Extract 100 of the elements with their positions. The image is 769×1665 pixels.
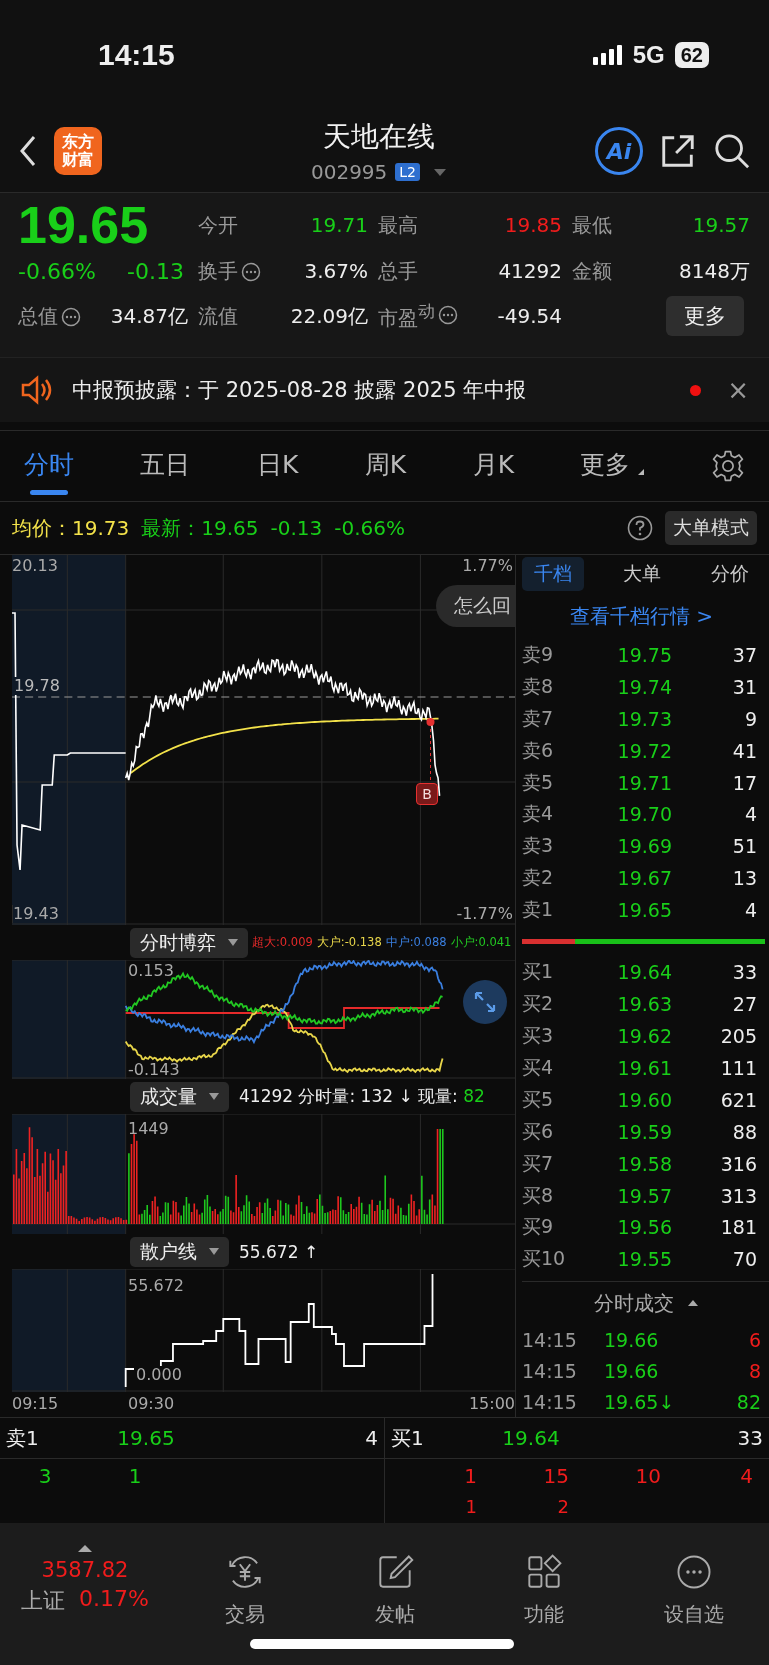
- level-price: 19.65: [116, 1426, 176, 1450]
- level-volume: 205: [719, 1024, 757, 1047]
- level-price: 19.60: [616, 1088, 672, 1111]
- info-icon[interactable]: [438, 304, 458, 325]
- tab-bar-item[interactable]: 交易: [170, 1545, 320, 1628]
- level-label: 卖7: [522, 705, 555, 731]
- signal-icon: [592, 45, 623, 65]
- settings-icon[interactable]: [710, 449, 745, 483]
- axis-label: -0.143: [128, 1061, 180, 1079]
- stat-label: 金额: [572, 257, 612, 285]
- time-label: 09:30: [128, 1394, 175, 1413]
- stat-label: 总手: [378, 257, 418, 285]
- speaker-icon: [20, 375, 54, 405]
- change-amount: -0.13: [127, 258, 184, 284]
- order-book-tab[interactable]: 千档: [522, 556, 584, 591]
- level-price: 19.73: [616, 707, 672, 730]
- tab-bar-item[interactable]: 设自选: [619, 1545, 769, 1628]
- network-label: 5G: [632, 41, 665, 69]
- level-price: 19.57: [616, 1184, 672, 1207]
- level-label: 买9: [522, 1214, 555, 1240]
- trade-time: 14:15: [522, 1390, 578, 1413]
- level-volume: 316: [719, 1152, 757, 1175]
- latest-change: -0.13: [270, 516, 323, 540]
- level-price: 19.61: [616, 1056, 672, 1079]
- trade-volume: 6: [747, 1328, 761, 1351]
- axis-label: -1.77%: [456, 905, 513, 923]
- trades-title[interactable]: 分时成交: [593, 1289, 674, 1317]
- caret-icon[interactable]: [687, 1300, 698, 1307]
- level-price: 19.71: [616, 771, 672, 794]
- order-size: 1: [127, 1464, 143, 1488]
- level-price: 19.56: [616, 1216, 672, 1239]
- period-tab[interactable]: 分时: [24, 437, 74, 495]
- stat-label: 流值: [198, 302, 238, 330]
- level-volume: 621: [719, 1088, 757, 1111]
- level-price: 19.69: [616, 835, 672, 858]
- more-button[interactable]: 更多: [666, 296, 744, 336]
- level-label: 买5: [522, 1086, 555, 1112]
- stat-label: 最高: [378, 211, 418, 239]
- mode-button[interactable]: 大单模式: [665, 511, 757, 545]
- level-volume: 17: [731, 771, 757, 794]
- search-icon[interactable]: [713, 132, 751, 170]
- axis-label: 19.78: [12, 677, 62, 695]
- close-button[interactable]: ×: [727, 375, 749, 405]
- info-icon[interactable]: [241, 261, 261, 282]
- indicator-selector[interactable]: 散户线: [130, 1236, 229, 1267]
- app-logo: 东方 财富: [54, 127, 102, 175]
- level-label: 买8: [522, 1182, 555, 1208]
- axis-label: 0.153: [128, 962, 174, 980]
- level-volume: 88: [731, 1120, 757, 1143]
- share-icon[interactable]: [659, 132, 697, 170]
- level-price: 19.64: [616, 961, 672, 984]
- trade-time: 14:15: [522, 1359, 578, 1382]
- level-volume: 313: [719, 1184, 757, 1207]
- expand-icon[interactable]: [463, 980, 507, 1024]
- legend-label: 超大:0.009: [252, 935, 313, 950]
- period-tab[interactable]: 五日: [140, 437, 191, 495]
- level-volume: 4: [743, 803, 757, 826]
- order-size: 10: [634, 1464, 661, 1488]
- trade-price: 19.66: [603, 1328, 660, 1351]
- trade-price: 19.65↓: [603, 1390, 676, 1413]
- index-name[interactable]: 上证: [21, 1586, 66, 1616]
- latest-percent: -0.66%: [334, 516, 406, 540]
- help-icon[interactable]: [627, 515, 653, 541]
- level-volume: 51: [731, 835, 757, 858]
- period-tab[interactable]: 周K: [364, 437, 407, 495]
- hint-button[interactable]: 怎么回: [436, 585, 515, 627]
- level-price: 19.59: [616, 1120, 672, 1143]
- notice-text[interactable]: 中报预披露：于 2025-08-28 披露 2025 年中报: [72, 376, 673, 404]
- level-volume: 33: [736, 1426, 763, 1450]
- level-label: 买6: [522, 1118, 555, 1144]
- level-label: 买4: [522, 1054, 555, 1080]
- level-volume: 13: [731, 867, 757, 890]
- battery-indicator: 62: [674, 42, 709, 68]
- order-book-tab[interactable]: 大单: [610, 556, 673, 591]
- period-tab[interactable]: 月K: [472, 437, 515, 495]
- index-value[interactable]: 3587.82: [41, 1558, 129, 1582]
- buy-marker[interactable]: B: [416, 783, 438, 805]
- axis-label: 19.43: [12, 905, 59, 923]
- stat-value: 19.57: [692, 213, 750, 237]
- stat-value: 22.09亿: [290, 302, 368, 330]
- indicator-selector[interactable]: 分时博弈: [130, 927, 248, 958]
- level-label: 买1: [391, 1424, 425, 1452]
- level-price: 19.75: [616, 643, 672, 666]
- indicator-selector[interactable]: 成交量: [130, 1081, 229, 1112]
- level-price: 19.58: [616, 1152, 672, 1175]
- depth-link[interactable]: 查看千档行情 >: [522, 592, 769, 639]
- info-icon[interactable]: [61, 306, 81, 327]
- level-volume: 181: [719, 1216, 757, 1239]
- tab-bar-item[interactable]: 发帖: [319, 1545, 470, 1628]
- level-volume: 4: [743, 899, 757, 922]
- index-change[interactable]: 0.17%: [79, 1586, 149, 1616]
- ai-button[interactable]: Ai: [595, 127, 643, 175]
- back-icon[interactable]: [18, 134, 38, 168]
- period-tab[interactable]: 日K: [256, 437, 299, 495]
- order-book-tab[interactable]: 分价: [699, 556, 761, 591]
- tab-bar-item[interactable]: 功能: [469, 1545, 620, 1628]
- stat-value: 34.87亿: [110, 302, 188, 330]
- level-price: 19.70: [616, 803, 672, 826]
- period-tab[interactable]: 更多: [580, 437, 645, 495]
- level-volume: 70: [731, 1248, 757, 1271]
